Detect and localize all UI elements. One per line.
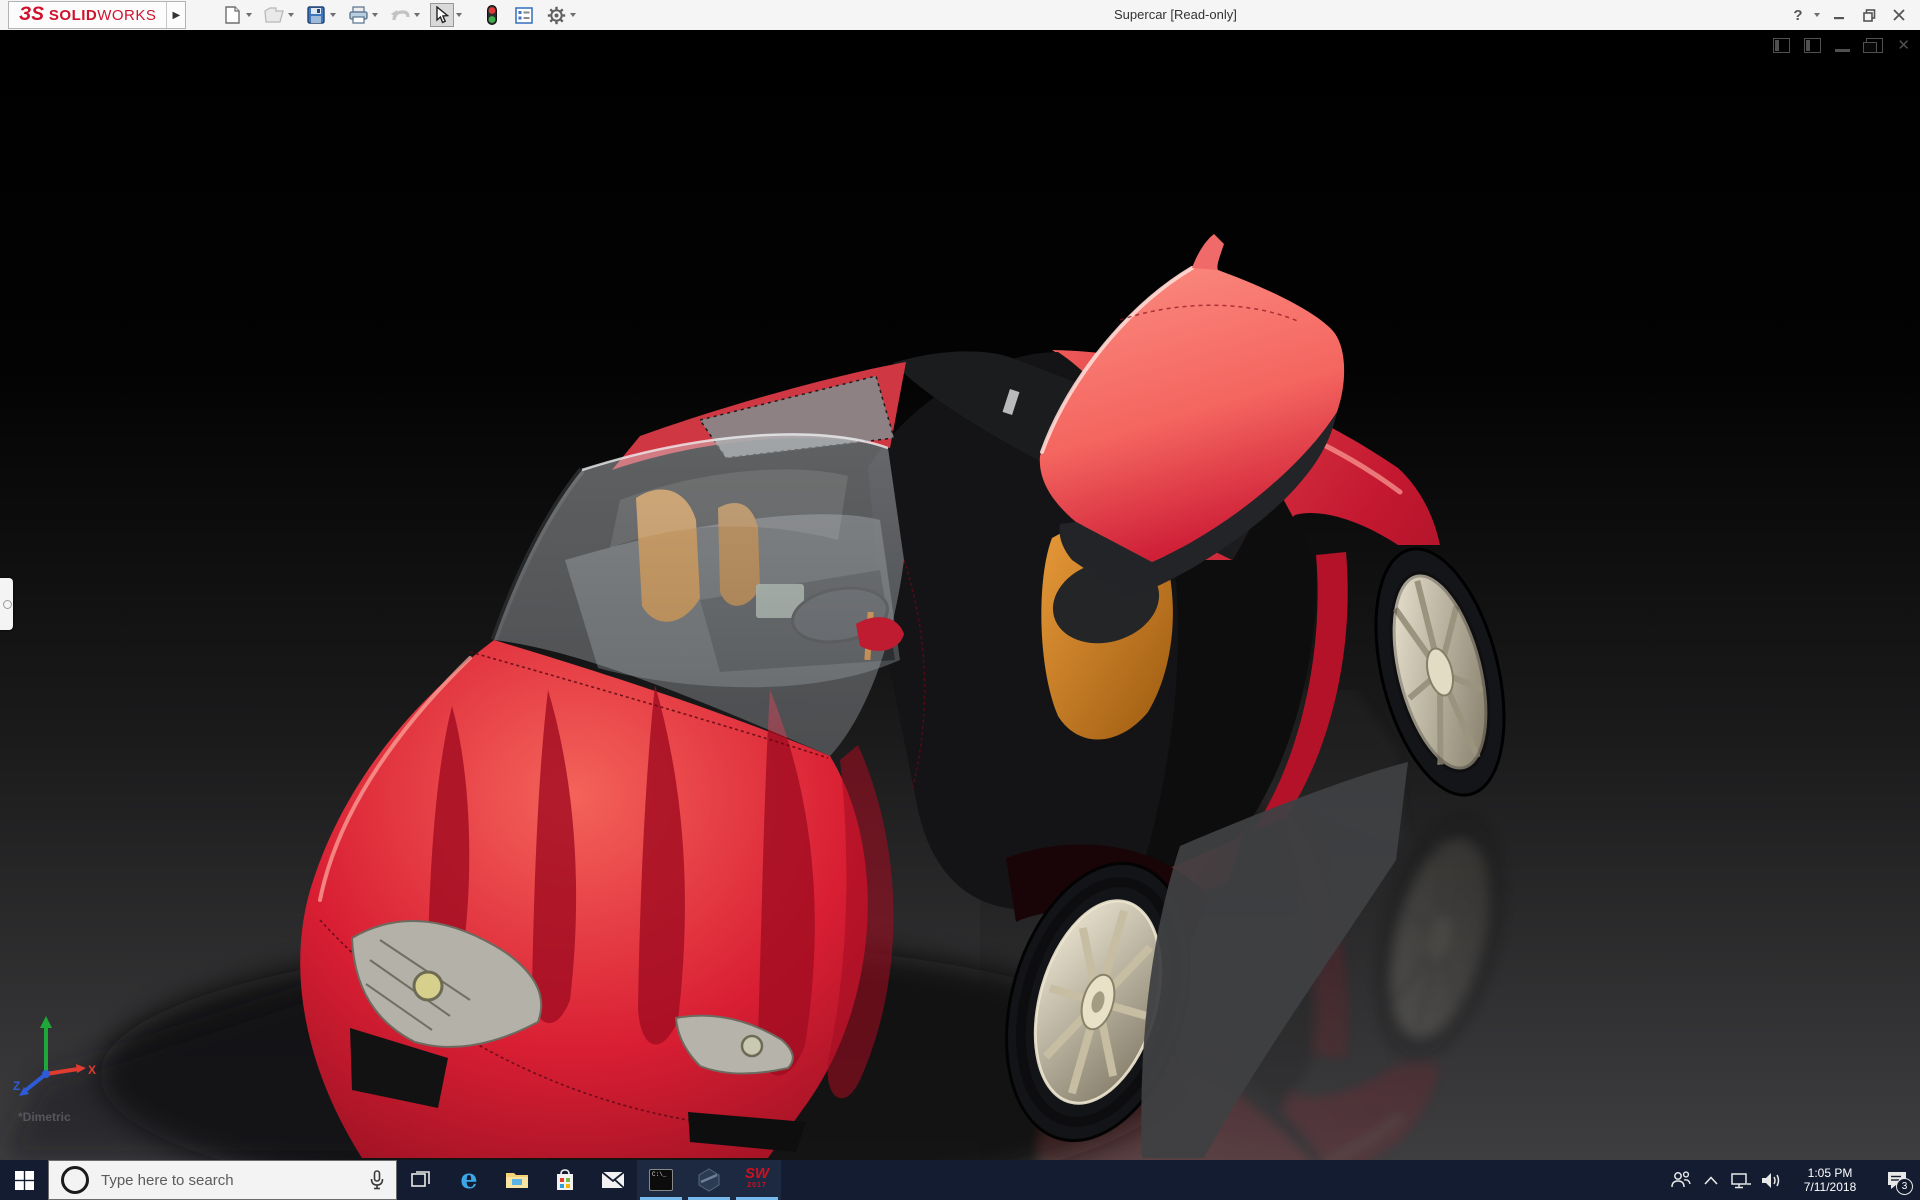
action-center-button[interactable]: 3: [1874, 1160, 1920, 1200]
solidworks-window: ЗS SOLID WORKS ▶ Supercar [Read-only] ? …: [0, 0, 1920, 1200]
volume-button[interactable]: [1756, 1160, 1786, 1200]
x-axis-label: X: [88, 1063, 96, 1077]
supercar-model[interactable]: [0, 30, 1920, 1160]
pane-left-icon[interactable]: [1773, 38, 1791, 53]
taskbar-item-edrawings[interactable]: [685, 1160, 733, 1200]
document-title: Supercar [Read-only]: [1114, 7, 1237, 22]
speaker-icon: [1762, 1172, 1780, 1188]
rebuild-button[interactable]: [480, 3, 504, 27]
z-axis-label: Z: [13, 1079, 20, 1093]
network-icon: [1731, 1172, 1751, 1188]
edge-icon: e: [460, 1164, 478, 1195]
mail-icon: [601, 1171, 625, 1189]
taskbar-clock[interactable]: 1:05 PM 7/11/2018: [1786, 1166, 1874, 1194]
open-folder-icon: [264, 7, 285, 23]
close-button[interactable]: [1886, 2, 1912, 28]
file-explorer-icon: [506, 1173, 528, 1188]
start-button[interactable]: [0, 1160, 48, 1200]
gear-icon: [547, 6, 566, 24]
taskbar-item-solidworks[interactable]: SW 2017: [733, 1160, 781, 1200]
taskbar-item-command-prompt[interactable]: C:\_: [637, 1160, 685, 1200]
open-dropdown[interactable]: [286, 3, 296, 27]
tray-date: 7/11/2018: [1803, 1180, 1857, 1194]
orientation-triad: X Z: [13, 1016, 96, 1096]
people-button[interactable]: [1666, 1160, 1696, 1200]
doc-restore-icon[interactable]: [1863, 38, 1884, 53]
taskbar-item-edge[interactable]: e: [445, 1160, 493, 1200]
select-button[interactable]: [430, 3, 455, 27]
graphics-viewport[interactable]: ✕ X Z *Dimetric: [0, 30, 1920, 1160]
undo-button[interactable]: [388, 3, 412, 27]
file-properties-icon: [515, 6, 534, 24]
edrawings-icon: [698, 1168, 720, 1192]
titlebar: ЗS SOLID WORKS ▶ Supercar [Read-only] ?: [0, 0, 1920, 31]
print-button[interactable]: [346, 3, 370, 27]
traffic-light-icon: [487, 5, 498, 25]
solidworks-logo-text: ЗS SOLID WORKS: [9, 2, 166, 28]
taskbar-item-store[interactable]: [541, 1160, 589, 1200]
new-dropdown[interactable]: [244, 3, 254, 27]
window-controls: ?: [1788, 0, 1912, 30]
menu-flyout-arrow[interactable]: ▶: [166, 2, 185, 28]
close-icon: [1893, 9, 1905, 21]
people-icon: [1671, 1171, 1691, 1188]
tray-time: 1:05 PM: [1807, 1166, 1853, 1180]
undo-arrow-icon: [391, 10, 411, 21]
cortana-icon: [61, 1166, 89, 1194]
chevron-up-icon: [1704, 1175, 1718, 1185]
print-dropdown[interactable]: [370, 3, 380, 27]
document-window-controls: ✕: [1773, 38, 1910, 53]
new-document-icon: [225, 6, 240, 24]
view-orientation-label: *Dimetric: [18, 1110, 71, 1124]
command-prompt-icon: C:\_: [649, 1169, 673, 1191]
tray-overflow-button[interactable]: [1696, 1160, 1726, 1200]
quick-access-toolbar: [220, 3, 584, 27]
minimize-button[interactable]: [1826, 2, 1852, 28]
solidworks-logo[interactable]: ЗS SOLID WORKS ▶: [8, 1, 187, 29]
microphone-icon[interactable]: [370, 1170, 384, 1190]
file-properties-button[interactable]: [512, 3, 536, 27]
network-button[interactable]: [1726, 1160, 1756, 1200]
save-floppy-icon: [307, 6, 326, 24]
doc-minimize-icon[interactable]: [1835, 48, 1851, 52]
pane-right-icon[interactable]: [1804, 38, 1822, 53]
microsoft-store-icon: [557, 1169, 573, 1190]
notification-badge: 3: [1896, 1178, 1913, 1195]
feature-manager-flyout-tab[interactable]: [0, 578, 13, 630]
task-view-button[interactable]: [397, 1160, 445, 1200]
options-button[interactable]: [544, 3, 568, 27]
printer-icon: [349, 6, 368, 24]
system-tray: 1:05 PM 7/11/2018 3: [1666, 1160, 1920, 1200]
taskbar-search[interactable]: Type here to search: [48, 1160, 397, 1200]
search-placeholder: Type here to search: [101, 1171, 234, 1189]
help-button[interactable]: ?: [1788, 7, 1808, 24]
minimize-icon: [1834, 17, 1844, 20]
restore-button[interactable]: [1856, 2, 1882, 28]
ds-logo-mark: ЗS: [19, 4, 44, 25]
y-axis-arrow: [40, 1016, 52, 1028]
help-dropdown[interactable]: [1812, 3, 1822, 27]
taskbar-item-file-explorer[interactable]: [493, 1160, 541, 1200]
select-dropdown[interactable]: [454, 3, 464, 27]
open-button[interactable]: [262, 3, 286, 27]
windows-logo-icon: [14, 1170, 34, 1190]
options-dropdown[interactable]: [568, 3, 578, 27]
doc-close-icon[interactable]: ✕: [1897, 38, 1910, 53]
undo-dropdown[interactable]: [412, 3, 422, 27]
taskbar-item-mail[interactable]: [589, 1160, 637, 1200]
windows-taskbar: Type here to search e C:\_ SW 2017 1:05 …: [0, 1160, 1920, 1200]
select-cursor-icon: [436, 6, 450, 24]
save-button[interactable]: [304, 3, 328, 27]
task-view-icon: [411, 1171, 430, 1187]
save-dropdown[interactable]: [328, 3, 338, 27]
brand-bold: SOLID: [48, 6, 98, 24]
restore-icon: [1862, 8, 1875, 22]
solidworks-2017-icon: SW 2017: [744, 1165, 770, 1189]
new-button[interactable]: [220, 3, 244, 27]
brand-light: WORKS: [97, 6, 157, 24]
x-axis-arrow: [76, 1064, 86, 1073]
